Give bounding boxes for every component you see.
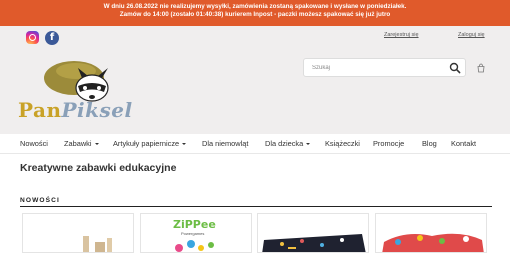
chevron-down-icon	[306, 143, 311, 146]
nav-item-label: Książeczki	[325, 139, 360, 148]
nav-item-blog[interactable]: Blog	[422, 139, 437, 148]
product-image	[83, 236, 112, 252]
facebook-icon[interactable]: f	[45, 31, 59, 45]
chevron-down-icon	[182, 143, 187, 146]
cart-icon[interactable]	[476, 63, 486, 73]
nav-item-label: Kontakt	[451, 139, 477, 148]
product-image	[262, 234, 366, 252]
nav-item-label: Nowości	[20, 139, 48, 148]
chevron-down-icon	[94, 143, 99, 146]
instagram-icon[interactable]	[26, 31, 39, 44]
nav-item-nowosci[interactable]: Nowości	[20, 139, 48, 148]
nav-item-label: Zabawki	[64, 139, 92, 148]
section-divider	[20, 206, 492, 207]
nav-item-label: Dla dziecka	[265, 139, 304, 148]
nav-item-ksiazeczki[interactable]: Książeczki	[325, 139, 360, 148]
announcement-bar: W dniu 26.08.2022 nie realizujemy wysyłk…	[0, 0, 510, 26]
login-link[interactable]: Zaloguj się	[458, 32, 485, 38]
announcement-line-2: Zamów do 14:00 (zostało 01:40:38) kurier…	[119, 10, 391, 18]
page-title: Kreatywne zabawki edukacyjne	[20, 162, 177, 174]
logo-text: PanPiksel	[18, 98, 133, 122]
product-image	[382, 233, 484, 252]
site-logo[interactable]: PanPiksel	[18, 56, 132, 130]
logo-text-part2: Piksel	[61, 98, 133, 122]
announcement-line-1: W dniu 26.08.2022 nie realizujemy wysyłk…	[103, 3, 407, 10]
product-card[interactable]: ZiPPee Powergames	[140, 213, 252, 253]
product-card[interactable]	[375, 213, 487, 253]
nav-item-promocje[interactable]: Promocje	[373, 139, 404, 148]
product-card[interactable]	[257, 213, 369, 253]
site-header: f Zarejestruj się Zaloguj się PanPiksel	[0, 26, 510, 134]
nav-item-artykuly-papiernicze[interactable]: Artykuły papiernicze	[113, 139, 187, 148]
nav-item-label: Promocje	[373, 139, 405, 148]
product-image	[175, 240, 214, 252]
nav-item-kontakt[interactable]: Kontakt	[451, 139, 476, 148]
nav-item-dla-niemowlat[interactable]: Dla niemowląt	[202, 139, 248, 148]
nav-item-label: Blog	[422, 139, 437, 148]
main-navigation: Nowości Zabawki Artykuły papiernicze Dla…	[0, 134, 510, 154]
register-link[interactable]: Zarejestruj się	[384, 32, 419, 38]
section-title: NOWOŚCI	[20, 197, 60, 204]
search-box	[303, 58, 466, 77]
product-card[interactable]	[22, 213, 134, 253]
nav-item-label: Dla niemowląt	[202, 139, 249, 148]
search-icon[interactable]	[449, 62, 461, 74]
nav-item-label: Artykuły papiernicze	[113, 139, 180, 148]
nav-item-zabawki[interactable]: Zabawki	[64, 139, 99, 148]
logo-text-part1: Pan	[18, 98, 62, 122]
nav-item-dla-dziecka[interactable]: Dla dziecka	[265, 139, 311, 148]
search-input[interactable]	[312, 63, 442, 73]
